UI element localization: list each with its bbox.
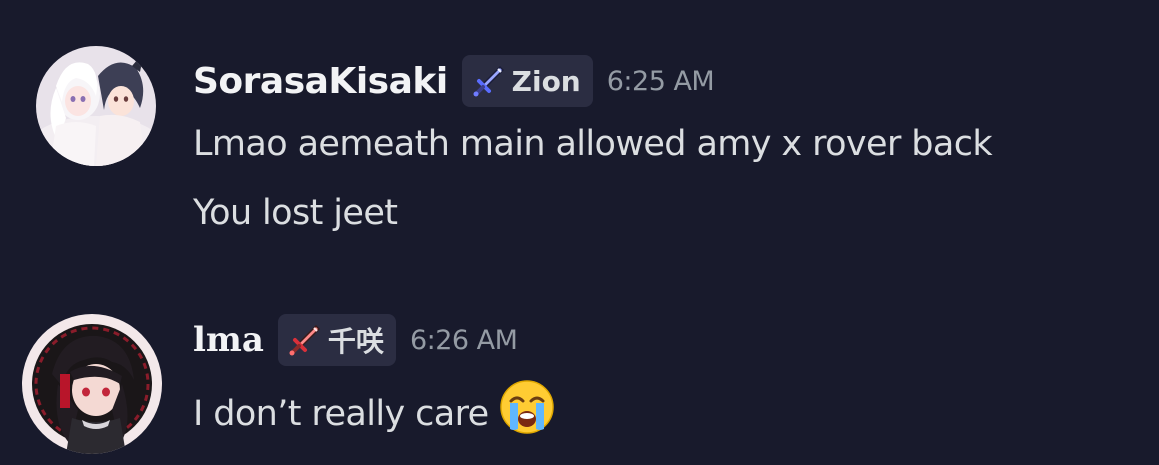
sword-icon [472, 64, 506, 98]
role-tag[interactable]: Zion [461, 55, 593, 107]
message-group: lma 千咲 6:26 AM I don’t really care [0, 290, 1159, 465]
sword-icon [288, 323, 322, 357]
loudly-crying-face-icon[interactable] [499, 379, 555, 435]
message-header: SorasaKisaki Zion 6:25 AM [193, 55, 715, 107]
timestamp[interactable]: 6:26 AM [410, 325, 518, 356]
username[interactable]: lma [193, 320, 264, 360]
avatar[interactable] [22, 314, 162, 454]
role-tag-label: Zion [511, 64, 581, 98]
avatar-image [36, 46, 156, 166]
username[interactable]: SorasaKisaki [193, 61, 448, 102]
role-tag-label: 千咲 [327, 325, 384, 358]
avatar[interactable] [36, 46, 156, 166]
chat-messages: SorasaKisaki Zion 6:25 AM Lmao aemeath m… [0, 0, 1159, 465]
message-text: Lmao aemeath main allowed amy x rover ba… [193, 124, 993, 164]
timestamp[interactable]: 6:25 AM [607, 66, 715, 97]
message-text-content: I don’t really care [193, 394, 489, 434]
role-tag[interactable]: 千咲 [277, 314, 396, 366]
message-text: I don’t really care [193, 379, 555, 435]
avatar-image [22, 314, 162, 454]
message-text: You lost jeet [193, 193, 398, 233]
message-header: lma 千咲 6:26 AM [193, 314, 518, 366]
message-group: SorasaKisaki Zion 6:25 AM Lmao aemeath m… [0, 0, 1159, 260]
